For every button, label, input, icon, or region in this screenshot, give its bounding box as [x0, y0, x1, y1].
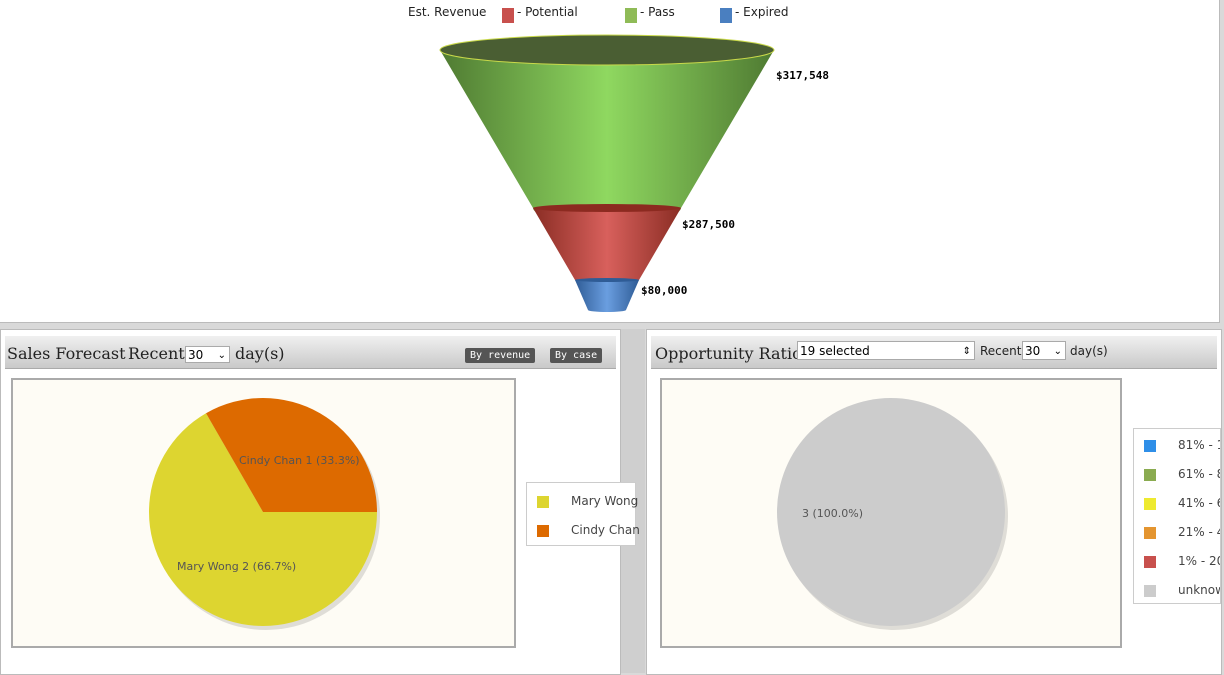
sales-forecast-days-select[interactable]: 30 ⌄: [185, 346, 230, 363]
funnel-panel: Est. Revenue - Potential - Pass - Expire…: [0, 0, 1220, 323]
opportunity-ratio-legend: 81% - 1 61% - 8 41% - 6 21% - 4 1% - 20 …: [1133, 428, 1221, 604]
funnel-label-expired: $80,000: [641, 284, 688, 297]
sales-forecast-title: Sales Forecast: [7, 344, 126, 363]
legend-swatch: [1144, 498, 1156, 510]
funnel-label-pass: $317,548: [776, 69, 829, 82]
opportunity-ratio-header: Opportunity Ratio 19 selected ⇕ Recent 3…: [651, 336, 1217, 369]
funnel-segment-potential-top: [533, 204, 681, 212]
funnel-label-potential: $287,500: [682, 218, 735, 231]
legend-label: 41% - 6: [1178, 496, 1221, 510]
opportunity-ratio-pie: 3 (100.0%): [777, 398, 1008, 630]
funnel-segment-potential: [533, 208, 681, 284]
legend-label: unknow: [1178, 583, 1221, 597]
legend-label: 61% - 8: [1178, 467, 1221, 481]
opportunity-days-select[interactable]: 30 ⌄: [1022, 341, 1066, 360]
legend-swatch: [537, 525, 549, 537]
by-revenue-button[interactable]: By revenue: [465, 348, 536, 363]
opportunity-ratio-panel: Opportunity Ratio 19 selected ⇕ Recent 3…: [646, 329, 1222, 675]
funnel-segment-pass: [440, 50, 774, 223]
pie-data-label: Mary Wong 2 (66.7%): [177, 560, 296, 573]
legend-swatch: [1144, 527, 1156, 539]
legend-swatch: [1144, 556, 1156, 568]
sales-forecast-chart-area: Mary Wong 2 (66.7%) Cindy Chan 1 (33.3%): [11, 378, 516, 648]
legend-swatch: [1144, 585, 1156, 597]
opportunity-ratio-chart-area: 3 (100.0%): [660, 378, 1122, 648]
chevron-down-icon: ⌄: [1053, 346, 1062, 357]
pie-data-label: 3 (100.0%): [802, 507, 863, 520]
sales-forecast-recent-label: Recent: [128, 344, 185, 363]
opportunity-ratio-title: Opportunity Ratio: [655, 344, 802, 363]
by-case-button[interactable]: By case: [550, 348, 603, 363]
opportunity-days-value: 30: [1025, 344, 1041, 358]
sales-forecast-days-label: day(s): [235, 344, 285, 363]
funnel-chart: [439, 34, 775, 312]
legend-label: Cindy Chan: [571, 523, 640, 537]
chevron-down-icon: ⌄: [217, 350, 226, 361]
opportunity-filter-select[interactable]: 19 selected ⇕: [797, 341, 975, 360]
sales-forecast-legend: Mary Wong Cindy Chan: [526, 482, 640, 546]
sales-forecast-days-value: 30: [188, 348, 204, 362]
opportunity-recent-label: Recent: [980, 344, 1022, 358]
funnel-segment-expired: [575, 280, 639, 312]
legend-label: 81% - 1: [1178, 438, 1221, 452]
legend-label: 1% - 20: [1178, 554, 1221, 568]
up-down-arrow-icon: ⇕: [962, 346, 971, 357]
pie-data-label: Cindy Chan 1 (33.3%): [239, 454, 360, 467]
legend-swatch: [1144, 440, 1156, 452]
sales-forecast-header: Sales Forecast Recent 30 ⌄ day(s) By rev…: [5, 336, 616, 369]
legend-label: 21% - 4: [1178, 525, 1221, 539]
funnel-segment-expired-top: [575, 278, 639, 282]
sales-forecast-panel: Sales Forecast Recent 30 ⌄ day(s) By rev…: [0, 329, 640, 675]
sales-forecast-pie: Mary Wong 2 (66.7%) Cindy Chan 1 (33.3%): [149, 398, 380, 630]
opportunity-days-label: day(s): [1070, 344, 1108, 358]
legend-label: Mary Wong: [571, 494, 639, 508]
legend-swatch: [1144, 469, 1156, 481]
opportunity-filter-value: 19 selected: [800, 344, 870, 358]
legend-swatch: [537, 496, 549, 508]
